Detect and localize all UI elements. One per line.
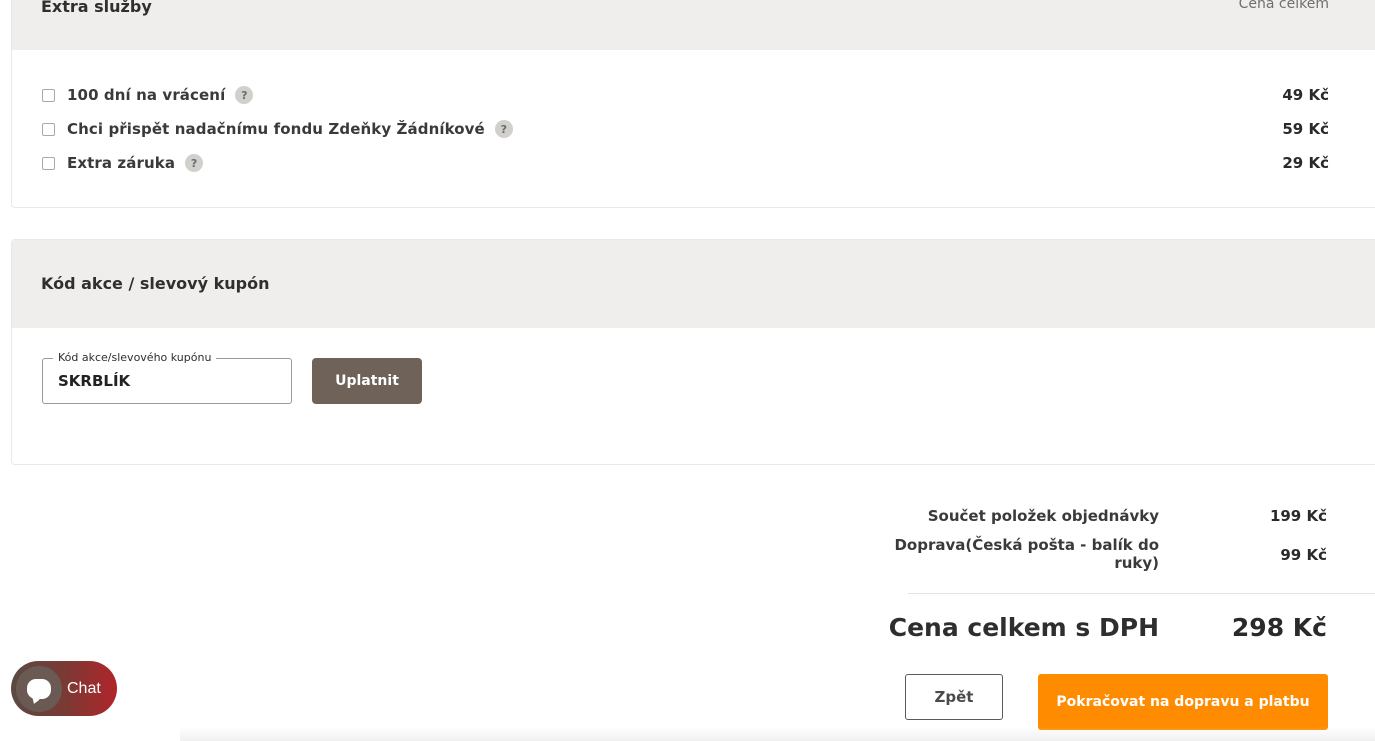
- shipping-value: 99 Kč: [1280, 546, 1327, 564]
- coupon-header: Kód akce / slevový kupón: [12, 240, 1375, 328]
- service-label[interactable]: Extra záruka: [67, 154, 175, 172]
- back-button[interactable]: Zpět: [905, 674, 1003, 720]
- extra-services-title: Extra služby: [41, 0, 152, 16]
- service-price: 59 Kč: [1282, 120, 1329, 138]
- chat-bubble-icon: [27, 678, 51, 699]
- coupon-title: Kód akce / slevový kupón: [41, 274, 270, 293]
- chat-icon-wrap: [16, 665, 62, 712]
- extra-services-card: Extra služby Cena celkem 100 dní na vrác…: [11, 0, 1375, 208]
- price-column-header: Cena celkem: [1238, 0, 1329, 12]
- service-price: 29 Kč: [1282, 154, 1329, 172]
- chat-label: Chat: [67, 679, 101, 697]
- summary-divider: [908, 593, 1375, 594]
- help-icon[interactable]: ?: [185, 154, 204, 172]
- bottom-shadow: [180, 727, 1375, 741]
- service-checkbox[interactable]: [42, 88, 55, 102]
- coupon-input[interactable]: [43, 359, 291, 403]
- help-icon[interactable]: ?: [235, 86, 254, 104]
- service-label[interactable]: 100 dní na vrácení: [67, 86, 225, 104]
- shipping-label: Doprava(Česká pošta - balík do ruky): [894, 536, 1159, 572]
- apply-coupon-button[interactable]: Uplatnit: [312, 358, 422, 404]
- continue-button[interactable]: Pokračovat na dopravu a platbu: [1038, 674, 1328, 730]
- grand-total-value: 298 Kč: [1231, 613, 1327, 642]
- service-price: 49 Kč: [1282, 86, 1329, 104]
- service-checkbox[interactable]: [42, 122, 55, 136]
- items-total-value: 199 Kč: [1269, 507, 1327, 525]
- shipping-label-line2: ruky): [1114, 554, 1159, 572]
- chat-widget-button[interactable]: Chat: [11, 661, 117, 716]
- coupon-card: Kód akce / slevový kupón Kód akce/slevov…: [11, 239, 1375, 465]
- help-icon[interactable]: ?: [494, 120, 513, 138]
- service-label[interactable]: Chci přispět nadačnímu fondu Zdeňky Žádn…: [67, 120, 485, 138]
- coupon-field[interactable]: Kód akce/slevového kupónu: [42, 351, 292, 404]
- grand-total-label: Cena celkem s DPH: [888, 613, 1159, 642]
- service-row-donation[interactable]: Chci přispět nadačnímu fondu Zdeňky Žádn…: [42, 117, 1329, 141]
- service-row-return[interactable]: 100 dní na vrácení ? 49 Kč: [42, 83, 1329, 107]
- extra-services-header: Extra služby Cena celkem: [12, 0, 1375, 50]
- service-checkbox[interactable]: [42, 156, 55, 170]
- service-row-warranty[interactable]: Extra záruka ? 29 Kč: [42, 151, 1329, 175]
- items-total-label: Součet položek objednávky: [927, 507, 1159, 525]
- shipping-label-line1: Doprava(Česká pošta - balík do: [894, 536, 1159, 554]
